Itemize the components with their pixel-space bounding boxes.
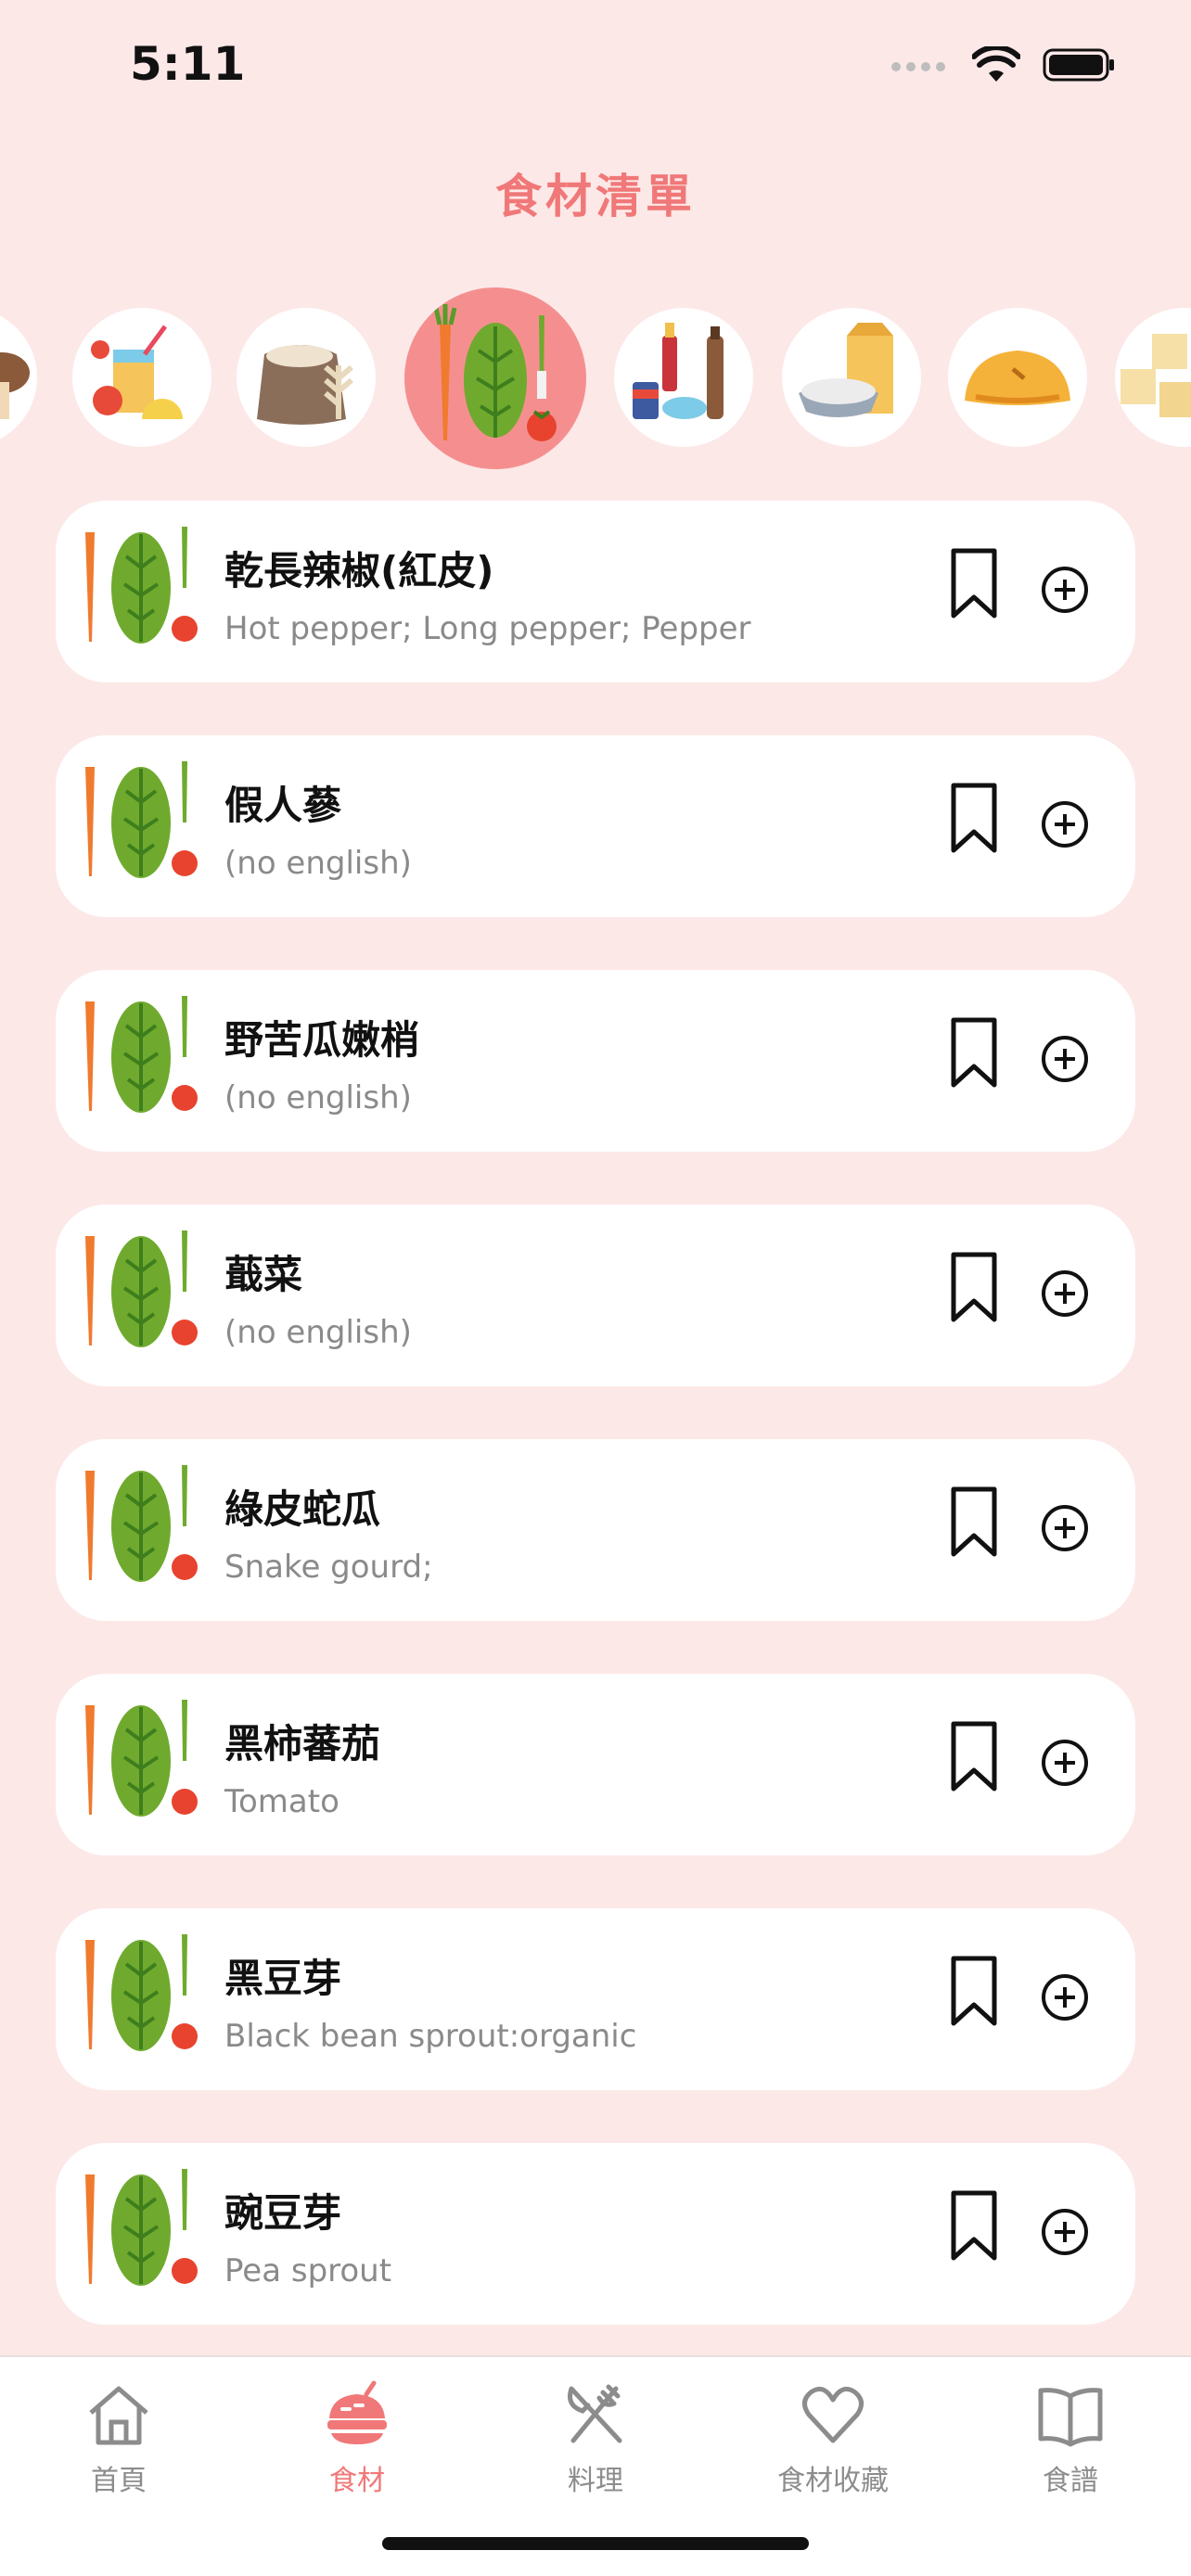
- ingredient-name: 蕺菜: [224, 1252, 303, 1297]
- tab-favorites[interactable]: 食材收藏: [722, 2379, 944, 2500]
- home-icon: [89, 2386, 148, 2445]
- vegetables-thumb-icon: [85, 1934, 198, 2051]
- list-item[interactable]: 野苦瓜嫩梢 (no english): [56, 970, 1135, 1152]
- vegetables-icon: [433, 304, 557, 441]
- ingredient-list-screen: 5:11 食材清單 乾長辣椒(紅皮) Hot pepper; Long pepp…: [0, 0, 1191, 2576]
- category-strip[interactable]: [0, 278, 1191, 491]
- home-indicator: [382, 2537, 809, 2550]
- bookmark-icon[interactable]: [946, 1486, 1002, 1560]
- category-grain[interactable]: [237, 308, 376, 447]
- ingredient-english: Black bean sprout:organic: [224, 2018, 637, 2055]
- category-fruit-juice[interactable]: [72, 308, 211, 447]
- ingredient-name: 黑柿蕃茄: [224, 1721, 381, 1766]
- vegetables-thumb-icon: [85, 527, 198, 644]
- ingredient-name: 豌豆芽: [224, 2190, 342, 2236]
- category-tofu[interactable]: [1115, 308, 1191, 447]
- ingredient-name: 黑豆芽: [224, 1956, 342, 2001]
- ingredient-name: 乾長辣椒(紅皮): [224, 548, 494, 593]
- add-circle-icon[interactable]: [1039, 1737, 1091, 1789]
- status-time: 5:11: [130, 37, 246, 91]
- add-circle-icon[interactable]: [1039, 798, 1091, 850]
- vegetables-thumb-icon: [85, 1231, 198, 1347]
- battery-icon: [1043, 48, 1114, 82]
- ingredient-name: 野苦瓜嫩梢: [224, 1017, 420, 1063]
- ingredient-english: (no english): [224, 845, 412, 882]
- list-item[interactable]: 蕺菜 (no english): [56, 1205, 1135, 1386]
- vegetables-thumb-icon: [85, 1700, 198, 1817]
- vegetables-thumb-icon: [85, 996, 198, 1113]
- category-mushroom[interactable]: [0, 308, 37, 447]
- category-condiments[interactable]: [614, 308, 753, 447]
- bookmark-icon[interactable]: [946, 547, 1002, 621]
- vegetables-thumb-icon: [85, 1465, 198, 1582]
- vegetables-thumb-icon: [85, 761, 198, 878]
- tab-recipes[interactable]: 食譜: [959, 2379, 1182, 2500]
- bookmark-icon[interactable]: [946, 782, 1002, 856]
- bookmark-icon[interactable]: [946, 1955, 1002, 2029]
- fruit-juice-icon: [91, 325, 183, 419]
- condiments-icon: [633, 323, 724, 419]
- tofu-icon: [1121, 334, 1191, 417]
- ingredient-english: (no english): [224, 1079, 412, 1116]
- bookmark-icon[interactable]: [946, 2189, 1002, 2264]
- rice-milk-icon: [799, 323, 893, 417]
- dumpling-icon: [965, 351, 1070, 405]
- page-title: 食材清單: [495, 170, 696, 223]
- category-dumpling[interactable]: [948, 308, 1087, 447]
- add-circle-icon[interactable]: [1039, 1268, 1091, 1320]
- tab-label: 食材: [329, 2465, 385, 2497]
- add-circle-icon[interactable]: [1039, 2206, 1091, 2258]
- ingredient-english: Hot pepper; Long pepper; Pepper: [224, 610, 751, 647]
- ingredients-icon: [327, 2380, 387, 2444]
- book-icon: [1038, 2388, 1103, 2447]
- category-vegetables[interactable]: [404, 287, 586, 469]
- list-item[interactable]: 黑豆芽 Black bean sprout:organic: [56, 1908, 1135, 2090]
- list-item[interactable]: 豌豆芽 Pea sprout: [56, 2143, 1135, 2325]
- wifi-icon: [972, 46, 1020, 82]
- tab-ingredients[interactable]: 食材: [246, 2379, 468, 2500]
- list-item[interactable]: 黑柿蕃茄 Tomato: [56, 1674, 1135, 1855]
- tab-label: 首頁: [91, 2465, 147, 2497]
- status-icons: [890, 46, 1117, 83]
- signal-icon: [891, 62, 945, 71]
- status-bar: 5:11: [0, 0, 1191, 139]
- tab-cooking[interactable]: 料理: [484, 2379, 707, 2500]
- vegetables-thumb-icon: [85, 2169, 198, 2286]
- add-circle-icon[interactable]: [1039, 564, 1091, 616]
- ingredient-english: Tomato: [224, 1783, 339, 1820]
- add-circle-icon[interactable]: [1039, 1971, 1091, 2023]
- list-item[interactable]: 乾長辣椒(紅皮) Hot pepper; Long pepper; Pepper: [56, 501, 1135, 682]
- ingredient-name: 假人蔘: [224, 783, 342, 828]
- ingredient-english: Snake gourd;: [224, 1549, 433, 1586]
- tab-label: 料理: [568, 2465, 623, 2497]
- list-item[interactable]: 假人蔘 (no english): [56, 735, 1135, 917]
- list-item[interactable]: 綠皮蛇瓜 Snake gourd;: [56, 1439, 1135, 1621]
- tab-label: 食譜: [1043, 2465, 1098, 2497]
- tab-label: 食材收藏: [777, 2465, 889, 2497]
- utensils-icon: [568, 2384, 622, 2443]
- bookmark-icon[interactable]: [946, 1720, 1002, 1794]
- add-circle-icon[interactable]: [1039, 1502, 1091, 1554]
- bookmark-icon[interactable]: [946, 1251, 1002, 1325]
- grain-sack-icon: [257, 345, 353, 425]
- category-rice-milk[interactable]: [782, 308, 921, 447]
- ingredient-name: 綠皮蛇瓜: [224, 1486, 381, 1532]
- mushroom-icon: [0, 352, 30, 419]
- add-circle-icon[interactable]: [1039, 1033, 1091, 1085]
- ingredient-english: Pea sprout: [224, 2252, 392, 2289]
- tab-home[interactable]: 首頁: [7, 2379, 230, 2500]
- ingredient-english: (no english): [224, 1314, 412, 1351]
- heart-icon: [802, 2386, 864, 2443]
- bookmark-icon[interactable]: [946, 1016, 1002, 1090]
